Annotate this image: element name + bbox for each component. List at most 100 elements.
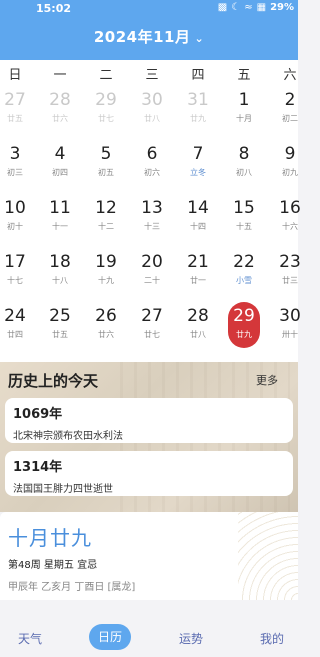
lunar-day: 十九 — [98, 276, 114, 285]
day-number: 27 — [141, 306, 163, 326]
status-time: 15:02 — [36, 2, 72, 15]
bottom-navigation: 天气 日历 运势 我的 — [0, 600, 298, 657]
day-number: 12 — [95, 198, 117, 218]
calendar-day[interactable]: 23 廿三 — [272, 246, 308, 296]
month-selector[interactable]: 2024年11月 ⌄ — [0, 26, 298, 47]
week-info: 第48周 星期五 宜忌 — [8, 560, 98, 571]
calendar-day[interactable]: 21 廿一 — [180, 246, 216, 296]
lunar-day: 初四 — [52, 168, 68, 177]
day-number: 28 — [49, 90, 71, 110]
calendar-day[interactable]: 22 小雪 — [226, 246, 262, 296]
header-bar: 15:02 ▩ ☾ ≈ ▦ 29% 2024年11月 ⌄ — [0, 0, 298, 60]
lunar-day: 十五 — [236, 222, 252, 231]
calendar-day[interactable]: 2 初二 — [272, 84, 308, 134]
calendar-day[interactable]: 26 廿六 — [88, 300, 124, 350]
day-number: 7 — [192, 144, 204, 164]
calendar-day[interactable]: 14 十四 — [180, 192, 216, 242]
calendar-day[interactable]: 1 十月 — [226, 84, 262, 134]
day-number: 8 — [238, 144, 250, 164]
calendar-day[interactable]: 16 十六 — [272, 192, 308, 242]
lunar-day: 初八 — [236, 168, 252, 177]
day-number: 2 — [284, 90, 296, 110]
calendar-day[interactable]: 25 廿五 — [42, 300, 78, 350]
lunar-day: 初九 — [282, 168, 298, 177]
lunar-day: 廿六 — [98, 330, 114, 339]
history-today-card[interactable]: 历史上的今天 更多 1069年 北宋神宗颁布农田水利法 1314年 法国国王腓力… — [0, 362, 298, 512]
lunar-info-card[interactable]: 十月廿九 第48周 星期五 宜忌 甲辰年 乙亥月 丁酉日 [属龙] — [0, 512, 298, 600]
calendar-day[interactable]: 19 十九 — [88, 246, 124, 296]
lunar-day: 十月 — [236, 114, 252, 123]
lunar-day: 廿八 — [190, 330, 206, 339]
month-title: 2024年11月 — [93, 28, 191, 46]
lunar-day: 十三 — [144, 222, 160, 231]
status-icons: ▩ ☾ ≈ ▦ 29% — [218, 2, 294, 13]
day-number: 15 — [233, 198, 255, 218]
calendar-day[interactable]: 6 初六 — [134, 138, 170, 188]
calendar-day[interactable]: 18 十八 — [42, 246, 78, 296]
lunar-day: 初十 — [7, 222, 23, 231]
calendar-day[interactable]: 28 廿八 — [180, 300, 216, 350]
calendar-day[interactable]: 5 初五 — [88, 138, 124, 188]
calendar-day[interactable]: 20 二十 — [134, 246, 170, 296]
history-more-link[interactable]: 更多 — [256, 372, 278, 388]
day-number: 28 — [187, 306, 209, 326]
calendar-day-today[interactable]: 29 廿九 — [228, 302, 260, 348]
day-number: 22 — [233, 252, 255, 272]
day-number: 27 — [4, 90, 26, 110]
status-bar: 15:02 ▩ ☾ ≈ ▦ 29% — [0, 0, 298, 18]
day-number: 3 — [9, 144, 21, 164]
calendar-day[interactable]: 27 廿五 — [0, 84, 33, 134]
calendar-day[interactable]: 24 廿四 — [0, 300, 33, 350]
day-number: 5 — [100, 144, 112, 164]
lunar-day: 二十 — [144, 276, 160, 285]
weekday-header: 日一二三四五六 — [0, 60, 298, 84]
calendar-day[interactable]: 30 廿八 — [134, 84, 170, 134]
history-title: 历史上的今天 — [8, 372, 99, 390]
weekday-label: 日 — [8, 68, 22, 83]
calendar-day[interactable]: 9 初九 — [272, 138, 308, 188]
lunar-day: 初六 — [144, 168, 160, 177]
lunar-day: 十四 — [190, 222, 206, 231]
calendar-day[interactable]: 11 十一 — [42, 192, 78, 242]
tab-calendar[interactable]: 日历 — [89, 624, 131, 650]
calendar-day[interactable]: 3 初三 — [0, 138, 33, 188]
lunar-day: 廿九 — [190, 114, 206, 123]
weekday-label: 五 — [237, 68, 251, 83]
calendar-day[interactable]: 12 十二 — [88, 192, 124, 242]
day-number: 18 — [49, 252, 71, 272]
calendar-day[interactable]: 4 初四 — [42, 138, 78, 188]
day-number: 26 — [95, 306, 117, 326]
history-item[interactable]: 1314年 法国国王腓力四世逝世 — [5, 451, 293, 496]
calendar-day[interactable]: 27 廿七 — [134, 300, 170, 350]
tab-weather[interactable]: 天气 — [10, 630, 50, 647]
calendar-day[interactable]: 31 廿九 — [180, 84, 216, 134]
calendar-day[interactable]: 15 十五 — [226, 192, 262, 242]
lunar-day: 廿三 — [282, 276, 298, 285]
ganzhi-info: 甲辰年 乙亥月 丁酉日 [属龙] — [8, 582, 136, 593]
wifi-icon: ≈ — [244, 2, 253, 13]
lunar-day: 十一 — [52, 222, 68, 231]
day-number: 21 — [187, 252, 209, 272]
calendar-day[interactable]: 29 廿七 — [88, 84, 124, 134]
day-number: 31 — [187, 90, 209, 110]
calendar-day[interactable]: 17 十七 — [0, 246, 33, 296]
calendar-day[interactable]: 10 初十 — [0, 192, 33, 242]
calendar-day[interactable]: 13 十三 — [134, 192, 170, 242]
weekday-label: 三 — [145, 68, 159, 83]
lunar-day: 廿七 — [98, 114, 114, 123]
tab-profile[interactable]: 我的 — [252, 630, 292, 647]
day-number: 20 — [141, 252, 163, 272]
lunar-day: 十八 — [52, 276, 68, 285]
lunar-day: 十六 — [282, 222, 298, 231]
lunar-date: 十月廿九 — [8, 526, 92, 550]
day-number: 1 — [238, 90, 250, 110]
calendar-day[interactable]: 7 立冬 — [180, 138, 216, 188]
tab-fortune[interactable]: 运势 — [171, 630, 211, 647]
calendar-day[interactable]: 28 廿六 — [42, 84, 78, 134]
calendar-day[interactable]: 8 初八 — [226, 138, 262, 188]
nfc-icon: ▩ — [217, 2, 228, 13]
history-item[interactable]: 1069年 北宋神宗颁布农田水利法 — [5, 398, 293, 443]
lunar-day: 廿五 — [52, 330, 68, 339]
calendar-day[interactable]: 30 卅十 — [272, 300, 308, 350]
day-number: 25 — [49, 306, 71, 326]
